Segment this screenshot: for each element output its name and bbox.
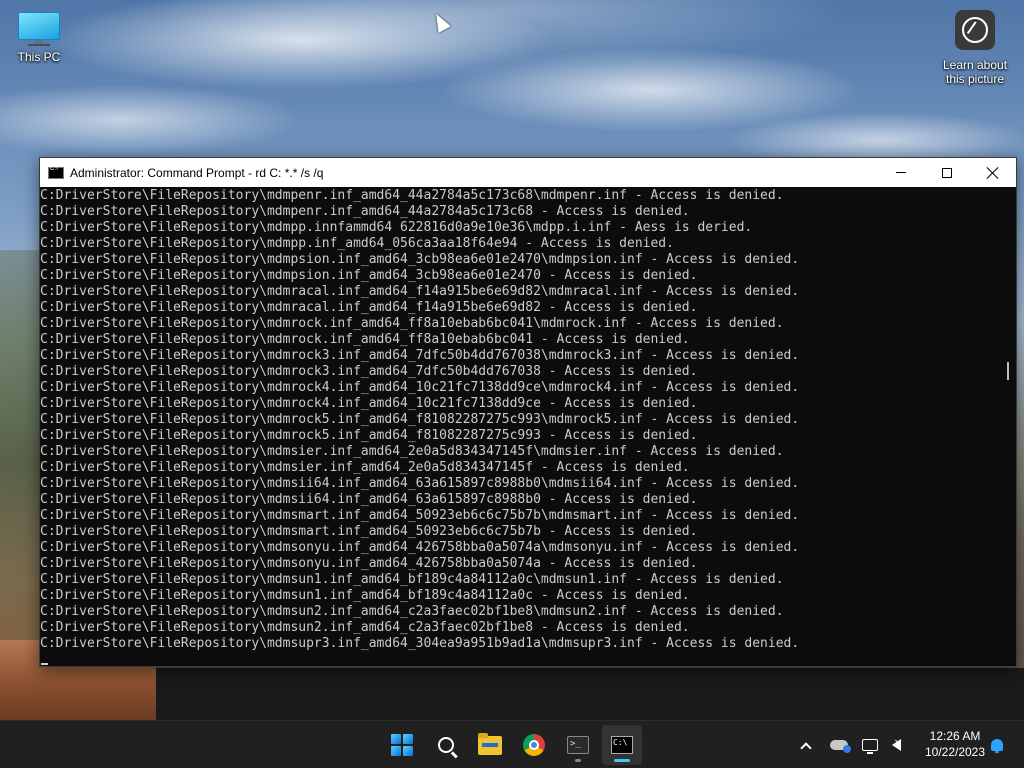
console-line: C:DriverStore\FileRepository\mdmracal.in…: [40, 300, 698, 315]
onedrive-tray-button[interactable]: [828, 733, 851, 757]
maximize-icon: [942, 167, 952, 178]
maximize-button[interactable]: [924, 158, 970, 187]
command-prompt-icon: C:\: [611, 736, 633, 754]
console-line: C:DriverStore\FileRepository\mdmsun2.inf…: [40, 604, 784, 619]
scrollbar-thumb[interactable]: [1007, 362, 1009, 380]
console-line: C:DriverStore\FileRepository\mdmpsion.in…: [40, 268, 698, 283]
console-line: C:DriverStore\FileRepository\mdmsun1.inf…: [40, 588, 690, 603]
network-icon: [862, 739, 878, 754]
console-line: C:DriverStore\FileRepository\mdmsun1.inf…: [40, 572, 784, 587]
desktop-icon-label: This PC: [17, 50, 61, 64]
console-line: C:DriverStore\FileRepository\mdmsii64.in…: [40, 476, 800, 491]
console-line: C:DriverStore\FileRepository\mdmpp.innfa…: [40, 220, 753, 235]
search-button[interactable]: [426, 725, 466, 765]
console-line: C:DriverStore\FileRepository\mdmsonyu.in…: [40, 556, 698, 571]
minimize-icon: [896, 172, 906, 173]
chrome-icon: [523, 734, 545, 756]
show-hidden-icons-button[interactable]: [796, 733, 816, 757]
console-line: C:DriverStore\FileRepository\mdmsii64.in…: [40, 492, 698, 507]
console-line: C:DriverStore\FileRepository\mdmsupr3.in…: [40, 636, 800, 651]
close-button[interactable]: [970, 158, 1016, 187]
console-line: C:DriverStore\FileRepository\mdmsonyu.in…: [40, 540, 800, 555]
desktop-icon-this-pc[interactable]: This PC: [8, 10, 70, 64]
minimize-button[interactable]: [878, 158, 924, 187]
console-line: C:DriverStore\FileRepository\mdmpenr.inf…: [40, 188, 784, 203]
active-indicator: [614, 759, 630, 762]
console-line: C:DriverStore\FileRepository\mdmsun2.inf…: [40, 620, 690, 635]
terminal-button[interactable]: >_: [558, 725, 598, 765]
notification-bell-icon: [991, 739, 1003, 753]
console-line: C:DriverStore\FileRepository\mdmpsion.in…: [40, 252, 800, 267]
console-line: C:DriverStore\FileRepository\mdmrock.inf…: [40, 316, 784, 331]
notifications-button[interactable]: [988, 733, 1006, 757]
volume-muted-icon: [891, 736, 903, 751]
clock-date: 10/22/2023: [924, 745, 986, 759]
console-line: C:DriverStore\FileRepository\mdmrock.inf…: [40, 332, 690, 347]
running-indicator: [575, 759, 581, 762]
onedrive-icon: [830, 740, 851, 753]
terminal-icon: >_: [567, 736, 589, 754]
desktop-icon-label-line1: Learn about: [942, 58, 1008, 72]
learn-about-picture-icon: [955, 10, 995, 50]
command-prompt-window[interactable]: Administrator: Command Prompt - rd C: *.…: [39, 157, 1017, 667]
console-lines: C:DriverStore\FileRepository\mdmpenr.inf…: [40, 188, 1000, 652]
console-line: C:DriverStore\FileRepository\mdmsier.inf…: [40, 460, 690, 475]
console-line: C:DriverStore\FileRepository\mdmrock4.in…: [40, 396, 698, 411]
console-line: C:DriverStore\FileRepository\mdmrock5.in…: [40, 428, 698, 443]
start-button[interactable]: [382, 725, 422, 765]
console-line: C:DriverStore\FileRepository\mdmpenr.inf…: [40, 204, 690, 219]
console-line: C:DriverStore\FileRepository\mdmrock3.in…: [40, 348, 800, 363]
search-icon: [438, 737, 454, 753]
console-output[interactable]: C:DriverStore\FileRepository\mdmpenr.inf…: [40, 188, 1000, 666]
window-titlebar[interactable]: Administrator: Command Prompt - rd C: *.…: [40, 158, 1016, 187]
console-line: C:DriverStore\FileRepository\mdmrock3.in…: [40, 364, 698, 379]
chrome-button[interactable]: [514, 725, 554, 765]
command-prompt-icon[interactable]: [48, 166, 64, 179]
console-line: C:DriverStore\FileRepository\mdmrock5.in…: [40, 412, 800, 427]
console-line: C:DriverStore\FileRepository\mdmpp.inf_a…: [40, 236, 674, 251]
window-title: Administrator: Command Prompt - rd C: *.…: [70, 165, 324, 180]
console-line: C:DriverStore\FileRepository\mdmsmart.in…: [40, 508, 800, 523]
network-tray-button[interactable]: [859, 733, 881, 757]
clock-time: 12:26 AM: [929, 729, 981, 743]
wallpaper-shadow: [156, 668, 1024, 720]
file-explorer-button[interactable]: [470, 725, 510, 765]
text-cursor: [41, 663, 48, 665]
monitor-icon: [18, 10, 60, 46]
close-icon: [986, 166, 1000, 180]
console-line: C:DriverStore\FileRepository\mdmrock4.in…: [40, 380, 800, 395]
clock[interactable]: 12:26 AM 10/22/2023: [912, 728, 998, 760]
desktop-icon-label-line2: this picture: [945, 72, 1005, 86]
console-line: C:DriverStore\FileRepository\mdmracal.in…: [40, 284, 800, 299]
chevron-up-icon: [800, 741, 812, 754]
console-line: C:DriverStore\FileRepository\mdmsmart.in…: [40, 524, 698, 539]
volume-tray-button[interactable]: [885, 733, 907, 757]
taskbar: >_ C:\ 12:26 AM 10/22/2023: [0, 720, 1024, 768]
vertical-scrollbar[interactable]: [1000, 188, 1016, 666]
console-line: C:DriverStore\FileRepository\mdmsier.inf…: [40, 444, 784, 459]
command-prompt-taskbar-button[interactable]: C:\: [602, 725, 642, 765]
file-explorer-icon: [478, 732, 502, 755]
windows-start-icon: [391, 734, 413, 756]
desktop-icon-learn-about-picture[interactable]: Learn about this picture: [940, 10, 1010, 86]
